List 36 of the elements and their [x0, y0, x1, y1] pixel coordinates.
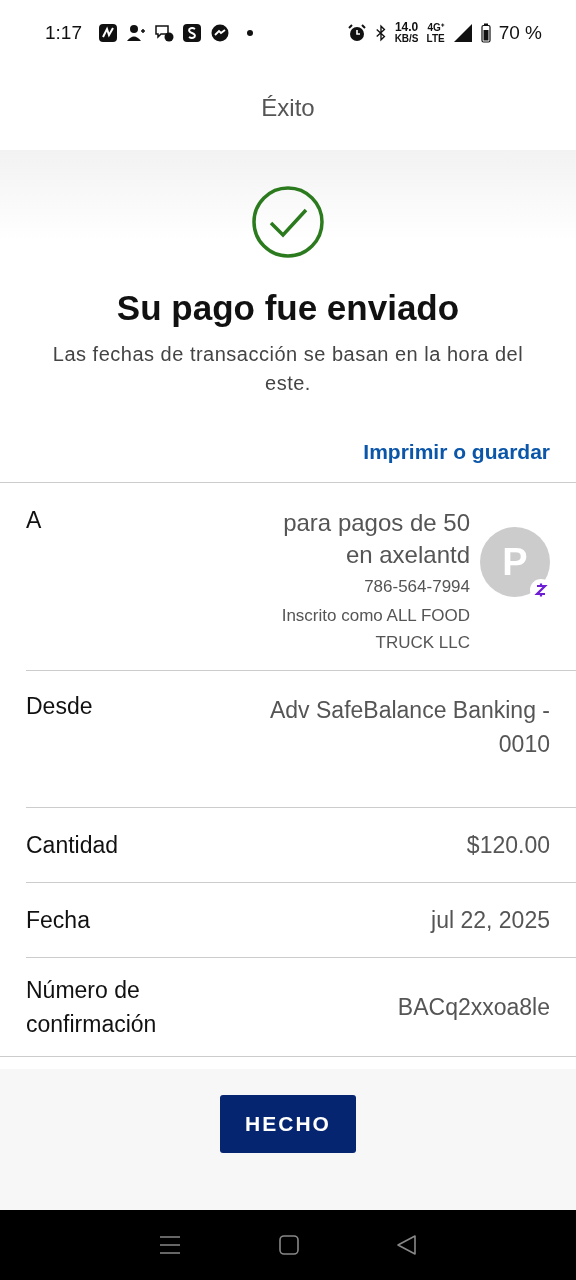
enrolled-name: Inscrito como ALL FOOD TRUCK LLC	[280, 605, 470, 654]
done-button[interactable]: HECHO	[220, 1095, 356, 1153]
field-value: jul 22, 2025	[429, 906, 550, 935]
success-title: Su pago fue enviado	[116, 288, 460, 328]
alarm-icon	[346, 23, 367, 43]
field-label: Desde	[26, 693, 93, 720]
person-add-icon	[126, 23, 146, 43]
field-value: BACq2xxoa8le	[396, 993, 550, 1022]
home-icon[interactable]	[279, 1235, 299, 1255]
dot-icon	[246, 29, 254, 37]
app-icon	[98, 23, 118, 43]
battery-icon	[480, 23, 491, 43]
network-speed: 14.0	[394, 22, 419, 33]
battery-level: 70 %	[498, 22, 542, 44]
status-time: 1:17	[45, 22, 82, 44]
field-label: Número de confirmación	[26, 976, 158, 1039]
app-icon	[182, 23, 202, 43]
recipient-name: para pagos de 50 en axelantd	[282, 508, 470, 570]
field-label: A	[26, 507, 42, 534]
checkmark-icon	[252, 186, 324, 258]
screen-title: Éxito	[261, 94, 315, 122]
chat-icon	[154, 23, 174, 43]
menu-icon[interactable]	[159, 1235, 181, 1255]
network-sub: LTE	[426, 33, 445, 44]
bluetooth-icon	[374, 23, 387, 43]
timezone-note: Las fechas de transacción se basan en la hora del este.	[51, 342, 525, 396]
field-value: $120.00	[465, 831, 550, 860]
speed-unit: KB/S	[394, 33, 419, 44]
recipient-phone: 786-564-7994	[364, 576, 470, 598]
network-type: 4G⁺	[427, 22, 444, 33]
back-icon[interactable]	[397, 1235, 417, 1255]
field-label: Cantidad	[26, 831, 119, 859]
field-value: Adv SafeBalance Banking - 0010	[269, 696, 550, 759]
print-save-link[interactable]: Imprimir o guardar	[363, 440, 550, 464]
field-label: Fecha	[26, 906, 90, 934]
signal-icon	[452, 23, 473, 43]
